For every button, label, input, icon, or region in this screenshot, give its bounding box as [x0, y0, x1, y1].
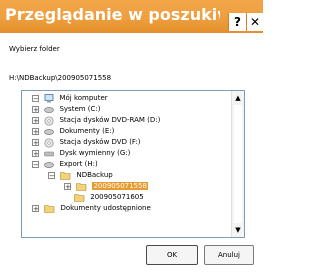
tree-item-my-computer[interactable]: − Mój komputer — [32, 93, 108, 104]
tree-item-label: Stacja dysków DVD (F:) — [59, 138, 141, 146]
cancel-button[interactable]: Anuluj — [204, 245, 254, 265]
tree-item-label-selected: 200905071558 — [92, 182, 148, 190]
computer-icon — [44, 94, 54, 103]
hard-drive-icon — [44, 128, 55, 135]
tree-item-export-h[interactable]: − Export (H:) — [32, 159, 98, 170]
expand-icon[interactable]: + — [32, 117, 39, 125]
ok-button[interactable]: OK — [146, 245, 198, 265]
folder-open-icon — [60, 172, 71, 180]
tree-item-200905071558[interactable]: + 200905071558 — [64, 181, 148, 192]
folder-icon — [74, 194, 85, 202]
hard-drive-icon — [44, 106, 55, 113]
folder-icon — [44, 205, 55, 213]
tree-item-label: Stacja dysków DVD-RAM (D:) — [59, 116, 161, 124]
tree-item-dvd-ram-d[interactable]: + Stacja dysków DVD-RAM (D:) — [32, 115, 160, 126]
dvd-drive-icon — [44, 137, 54, 148]
folder-tree[interactable]: − Mój komputer + System (C:) + Stacja dy… — [21, 90, 245, 238]
tree-item-system-c[interactable]: + System (C:) — [32, 104, 101, 115]
close-button[interactable]: ✕ — [246, 13, 263, 31]
help-button[interactable]: ? — [228, 13, 246, 31]
tree-item-label: Dysk wymienny (G:) — [59, 149, 131, 157]
folder-open-icon — [76, 183, 87, 191]
tree-item-ndbackup[interactable]: − NDBackup — [48, 170, 113, 181]
tree-item-label: NDBackup — [76, 171, 113, 179]
title-bar: Przeglądanie w poszukiwa... ? ✕ — [0, 0, 263, 33]
tree-item-label: Export (H:) — [59, 160, 98, 168]
hard-drive-icon — [44, 161, 55, 168]
expand-icon[interactable]: + — [32, 139, 39, 147]
expand-icon[interactable]: + — [32, 205, 39, 213]
expand-icon[interactable]: + — [32, 106, 39, 114]
tree-item-label: Dokumenty udostępnione — [60, 204, 151, 212]
tree-item-removable-g[interactable]: + Dysk wymienny (G:) — [32, 148, 130, 159]
vertical-scrollbar[interactable]: ▲ ▼ — [231, 91, 244, 237]
removable-drive-icon — [44, 151, 55, 156]
instruction-text: Wybierz folder — [9, 45, 60, 53]
selected-path: H:\NDBackup\200905071558 — [9, 74, 112, 82]
expand-icon[interactable]: + — [64, 183, 71, 191]
tree-item-label: 200905071605 — [90, 193, 144, 201]
tree-item-dvd-f[interactable]: + Stacja dysków DVD (F:) — [32, 137, 141, 148]
tree-item-dokumenty-e[interactable]: + Dokumenty (E:) — [32, 126, 114, 137]
tree-item-label: Mój komputer — [59, 94, 108, 102]
scroll-up-icon[interactable]: ▲ — [233, 93, 243, 103]
dvd-drive-icon — [44, 115, 54, 126]
tree-item-shared-documents[interactable]: + Dokumenty udostępnione — [32, 203, 151, 214]
expand-icon[interactable]: + — [32, 128, 39, 136]
collapse-icon[interactable]: − — [32, 161, 39, 169]
tree-item-200905071605[interactable]: 200905071605 — [74, 192, 144, 203]
tree-item-label: System (C:) — [59, 105, 101, 113]
scroll-down-icon[interactable]: ▼ — [233, 225, 243, 235]
collapse-icon[interactable]: − — [48, 172, 55, 180]
window-title: Przeglądanie w poszukiwa... — [5, 5, 220, 24]
expand-icon[interactable]: + — [32, 150, 39, 158]
collapse-icon[interactable]: − — [32, 95, 39, 103]
tree-item-label: Dokumenty (E:) — [59, 127, 115, 135]
scroll-thumb[interactable] — [234, 105, 242, 223]
